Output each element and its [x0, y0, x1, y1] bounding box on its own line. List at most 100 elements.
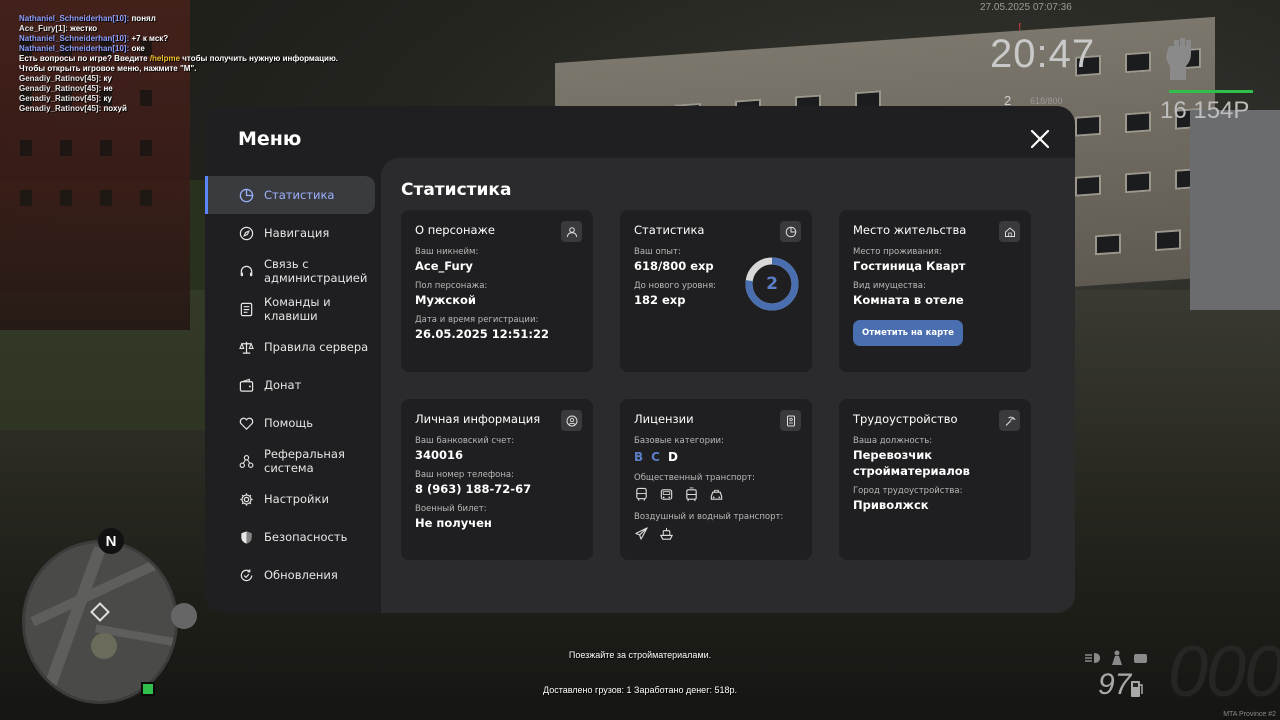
trolleybus-icon	[659, 487, 675, 503]
content-title: Статистика	[401, 180, 512, 200]
public-transport-icons	[634, 487, 798, 503]
residence-value: Гостиница Кварт	[853, 259, 966, 273]
card-title: Место жительства	[853, 223, 967, 237]
chat-message: ку	[101, 94, 112, 103]
fist-icon	[1166, 38, 1191, 80]
compass-icon	[238, 225, 254, 241]
airplane-icon	[634, 526, 650, 542]
nickname-value: Ace_Fury	[415, 259, 473, 273]
bank-account-value: 340016	[415, 448, 464, 462]
bus-icon	[634, 487, 650, 503]
user-icon	[561, 221, 582, 242]
task-stats: Доставлено грузов: 1 Заработано денег: 5…	[543, 685, 737, 695]
sidebar-item-label: Безопасность	[264, 530, 348, 544]
house-icon	[999, 221, 1020, 242]
player-marker-icon	[90, 602, 110, 622]
field-label: Город трудоустройства:	[853, 486, 963, 496]
sidebar-item-label: Статистика	[264, 188, 335, 202]
sidebar-item-statistics[interactable]: Статистика	[205, 176, 375, 214]
id-card-icon	[780, 410, 801, 431]
sidebar-item-donate[interactable]: Донат	[205, 366, 375, 404]
boat-icon	[659, 526, 675, 542]
chat-nick: Nathaniel_Schneiderhan[10]:	[19, 44, 130, 53]
field-label: Воздушный и водный транспорт:	[634, 512, 784, 522]
card-employment: Трудоустройство Ваша должность: Перевозч…	[839, 399, 1031, 560]
military-id-value: Не получен	[415, 516, 492, 530]
minimap	[22, 540, 178, 704]
mark-on-map-button[interactable]: Отметить на карте	[853, 320, 963, 346]
hud-exp: 618/800	[1030, 96, 1063, 106]
license-category-d: D	[667, 450, 678, 464]
sidebar-item-settings[interactable]: Настройки	[205, 480, 375, 518]
sidebar-item-updates[interactable]: Обновления	[205, 556, 375, 594]
menu-sidebar: Статистика Навигация Связь с администрац…	[205, 176, 381, 594]
card-licenses: Лицензии Базовые категории: B C D Общест…	[620, 399, 812, 560]
user-circle-icon	[561, 410, 582, 431]
chat-nick: Genadiy_Ratinov[45]:	[19, 84, 102, 93]
field-label: Военный билет:	[415, 504, 487, 514]
headset-icon	[238, 263, 254, 279]
document-list-icon	[238, 301, 254, 317]
chat-command: /helpme	[149, 54, 181, 63]
chat-log: Nathaniel_Schneiderhan[10]: понял Ace_Fu…	[19, 14, 338, 114]
close-button[interactable]	[1027, 126, 1053, 152]
sidebar-item-rules[interactable]: Правила сервера	[205, 328, 375, 366]
pie-chart-icon	[780, 221, 801, 242]
hud-money: 16 154Р	[1160, 97, 1250, 124]
gear-icon	[238, 491, 254, 507]
sidebar-item-label: Помощь	[264, 416, 314, 430]
card-title: Личная информация	[415, 412, 541, 426]
field-label: Ваш банковский счет:	[415, 436, 515, 446]
job-position-value: Перевозчик стройматериалов	[853, 448, 970, 478]
sidebar-item-label: Навигация	[264, 226, 330, 240]
field-label: Дата и время регистрации:	[415, 315, 539, 325]
sidebar-item-admin-contact[interactable]: Связь с администрацией	[205, 252, 375, 290]
task-hint: Поезжайте за стройматериалами.	[568, 650, 712, 660]
card-residence: Место жительства Место проживания: Гости…	[839, 210, 1031, 372]
chat-nick: Genadiy_Ratinov[45]:	[19, 74, 102, 83]
menu-title: Меню	[238, 128, 302, 150]
game-menu-window: Меню Статистика Навигация Связь с админи…	[205, 106, 1075, 613]
phone-number-value: 8 (963) 188-72-67	[415, 482, 532, 496]
card-title: Лицензии	[634, 412, 694, 426]
chat-nick: Nathaniel_Schneiderhan[10]:	[19, 34, 130, 43]
field-label: Ваш никнейм:	[415, 247, 479, 257]
chat-message: Есть вопросы по игре? Введите	[19, 54, 150, 63]
pie-chart-icon	[238, 187, 254, 203]
hud-date: 27.05.2025 07:07:36	[980, 2, 1072, 13]
sidebar-item-label: Обновления	[264, 568, 338, 582]
sidebar-item-label: Донат	[264, 378, 302, 392]
refresh-check-icon	[238, 567, 254, 583]
chat-line: Nathaniel_Schneiderhan[10]: оке	[19, 44, 338, 54]
field-label: Базовые категории:	[634, 436, 724, 446]
sidebar-item-commands[interactable]: Команды и клавиши	[205, 290, 375, 328]
sidebar-item-navigation[interactable]: Навигация	[205, 214, 375, 252]
shield-icon	[238, 529, 254, 545]
air-water-transport-icons	[634, 526, 798, 542]
chat-line: Nathaniel_Schneiderhan[10]: +7 к мск?	[19, 34, 338, 44]
chat-message: жестко	[67, 24, 98, 33]
sidebar-item-label: Правила сервера	[264, 340, 369, 354]
sidebar-item-help[interactable]: Помощь	[205, 404, 375, 442]
field-label: Ваш номер телефона:	[415, 470, 514, 480]
compass-north-icon: N	[98, 528, 124, 554]
map-blip-icon	[171, 603, 197, 629]
sidebar-item-referral[interactable]: Реферальная система	[205, 442, 375, 480]
referral-nodes-icon	[238, 453, 254, 469]
chat-message: понял	[129, 14, 156, 23]
sidebar-item-security[interactable]: Безопасность	[205, 518, 375, 556]
sidebar-item-label: Реферальная система	[264, 447, 345, 475]
license-category-b: B	[634, 450, 644, 464]
chat-nick: Nathaniel_Schneiderhan[10]:	[19, 14, 130, 23]
chat-message: чтобы получить нужную информацию.	[180, 54, 339, 63]
chat-nick: Ace_Fury[1]:	[19, 24, 68, 33]
sidebar-item-label: Команды и клавиши	[264, 295, 331, 323]
wallet-icon	[238, 377, 254, 393]
license-category-c: C	[651, 450, 660, 464]
close-icon	[1030, 129, 1050, 149]
registration-date-value: 26.05.2025 12:51:22	[415, 327, 549, 341]
property-type-value: Комната в отеле	[853, 293, 964, 307]
job-city-value: Приволжск	[853, 498, 929, 512]
chat-line: Genadiy_Ratinov[45]: не	[19, 84, 338, 94]
server-watermark: MTA Province #2	[1223, 711, 1276, 718]
